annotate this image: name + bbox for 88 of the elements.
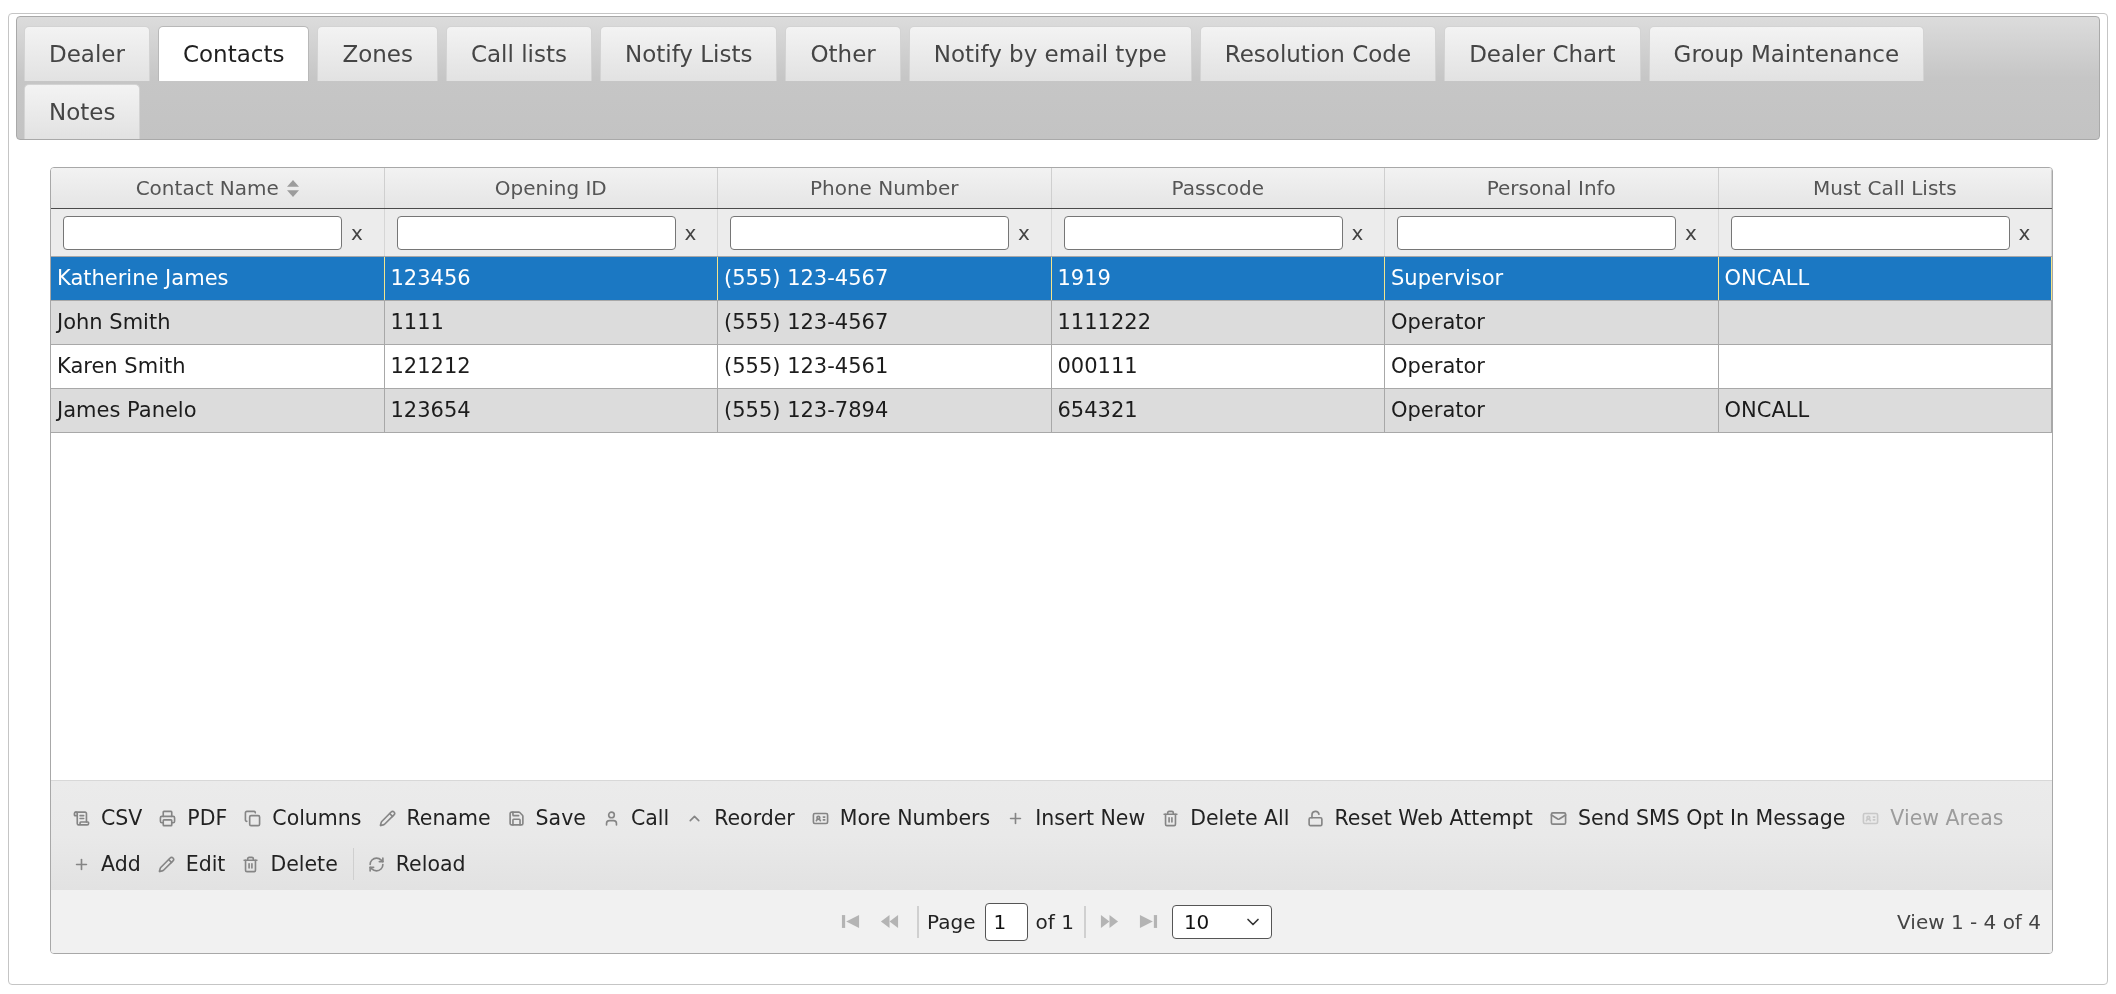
printer-icon: [159, 809, 177, 827]
table-cell-text: Operator: [1391, 396, 1485, 424]
toolbar-button[interactable]: Edit: [155, 847, 228, 881]
table-cell-text: 1111222: [1057, 308, 1152, 336]
toolbar-button[interactable]: Send SMS Opt In Message: [1547, 801, 1848, 835]
table-cell-text: ONCALL: [1724, 396, 1810, 424]
column-header[interactable]: Personal Info: [1385, 168, 1719, 208]
toolbar-button[interactable]: Reset Web Attempt: [1304, 801, 1535, 835]
clear-filter-button[interactable]: x: [684, 222, 697, 243]
column-header[interactable]: Contact Name: [51, 168, 385, 208]
pencil-icon: [157, 855, 175, 873]
toolbar-button[interactable]: Rename: [376, 801, 493, 835]
envelope-icon: [1549, 809, 1567, 827]
table-cell-text: (555) 123-4567: [724, 308, 889, 336]
filter-field[interactable]: [1730, 215, 2010, 250]
table-cell-text: 000111: [1057, 352, 1138, 380]
table-cell-text: Supervisor: [1391, 264, 1504, 292]
table-cell-text: (555) 123-7894: [724, 396, 889, 424]
table-cell-text: 121212: [390, 352, 471, 380]
page-label: Page: [927, 908, 976, 936]
toolbar-button[interactable]: Columns: [242, 801, 364, 835]
table-cell-text: 123456: [390, 264, 471, 292]
save-icon: [507, 809, 525, 827]
table-cell-text: (555) 123-4561: [724, 352, 889, 380]
tab[interactable]: Notes: [24, 84, 141, 139]
tab[interactable]: Other: [785, 26, 901, 81]
toolbar-button[interactable]: Add: [71, 847, 143, 881]
toolbar-button[interactable]: Delete All: [1160, 801, 1292, 835]
filter-field[interactable]: [396, 215, 676, 250]
clear-filter-button[interactable]: x: [351, 222, 363, 243]
tab[interactable]: Notify Lists: [600, 26, 778, 81]
toolbar-button[interactable]: Delete: [240, 847, 340, 881]
toolbar-button[interactable]: Reorder: [684, 801, 797, 835]
unlocked-padlock-icon: [1306, 809, 1324, 827]
table-row[interactable]: John Smith 1111 (555) 123-4567 1111222 Operator: [51, 301, 2052, 345]
tab[interactable]: Group Maintenance: [1648, 26, 1925, 81]
clear-filter-button[interactable]: x: [1685, 222, 1697, 243]
toolbar-button[interactable]: Save: [505, 801, 588, 835]
filter-field[interactable]: [63, 215, 342, 250]
table-cell-text: Karen Smith: [57, 352, 186, 380]
table-cell-text: (555) 123-4567: [724, 264, 889, 292]
clear-filter-button[interactable]: x: [1018, 222, 1030, 243]
column-header[interactable]: Passcode: [1051, 168, 1385, 208]
column-header[interactable]: Phone Number: [718, 168, 1052, 208]
pencil-icon: [378, 809, 396, 827]
tab[interactable]: Notify by email type: [908, 26, 1192, 81]
tab[interactable]: Dealer: [24, 26, 150, 81]
table-cell-text: 1111: [390, 308, 444, 336]
record-count: View 1 - 4 of 4: [1897, 908, 2041, 936]
page-count: of 1: [1035, 908, 1074, 936]
table-cell-text: James Panelo: [57, 396, 197, 424]
column-header[interactable]: Must Call Lists: [1718, 168, 2052, 208]
page-field[interactable]: 1: [984, 902, 1028, 941]
toolbar-button[interactable]: PDF: [157, 801, 230, 835]
table-cell-text: John Smith: [57, 308, 171, 336]
page-size-select[interactable]: 10: [1171, 904, 1272, 939]
clear-filter-button[interactable]: x: [1351, 222, 1364, 243]
refresh-icon: [367, 855, 385, 873]
filter-field[interactable]: [1063, 215, 1343, 250]
toolbar-button[interactable]: CSV: [71, 801, 145, 835]
toolbar-button[interactable]: Call: [600, 801, 672, 835]
toolbar-button[interactable]: More Numbers: [809, 801, 993, 835]
table-row[interactable]: Katherine James 123456 (555) 123-4567 1919 Supervisor ONCALL: [51, 257, 2052, 301]
filter-field[interactable]: [1397, 215, 1676, 250]
overlapping-squares-icon: [244, 809, 262, 827]
sort-icon: [286, 179, 299, 197]
table-cell-text: Katherine James: [57, 264, 229, 292]
trash-icon: [242, 855, 260, 873]
table-row[interactable]: Karen Smith 121212 (555) 123-4561 000111 Operator: [51, 345, 2052, 389]
tab[interactable]: Zones: [317, 26, 438, 81]
tab[interactable]: Contacts: [157, 26, 310, 81]
table-cell-text: ONCALL: [1724, 264, 1810, 292]
trash-icon: [1162, 809, 1180, 827]
tab[interactable]: Call lists: [445, 26, 592, 81]
tab[interactable]: Resolution Code: [1199, 26, 1437, 81]
table-cell-text: Operator: [1391, 308, 1485, 336]
column-header[interactable]: Opening ID: [384, 168, 718, 208]
table-cell-text: 123654: [390, 396, 471, 424]
toolbar-button[interactable]: Insert New: [1005, 801, 1148, 835]
clear-filter-button[interactable]: x: [2018, 222, 2031, 243]
table-cell-text: 1919: [1057, 264, 1111, 292]
tab[interactable]: Dealer Chart: [1444, 26, 1641, 81]
toolbar-button[interactable]: Reload: [365, 847, 468, 881]
table-cell-text: 654321: [1057, 396, 1138, 424]
filter-field[interactable]: [730, 215, 1009, 250]
table-row[interactable]: James Panelo 123654 (555) 123-7894 654321 Operator ONCALL: [51, 389, 2052, 433]
table-cell-text: Operator: [1391, 352, 1485, 380]
scroll-icon: [73, 809, 90, 827]
